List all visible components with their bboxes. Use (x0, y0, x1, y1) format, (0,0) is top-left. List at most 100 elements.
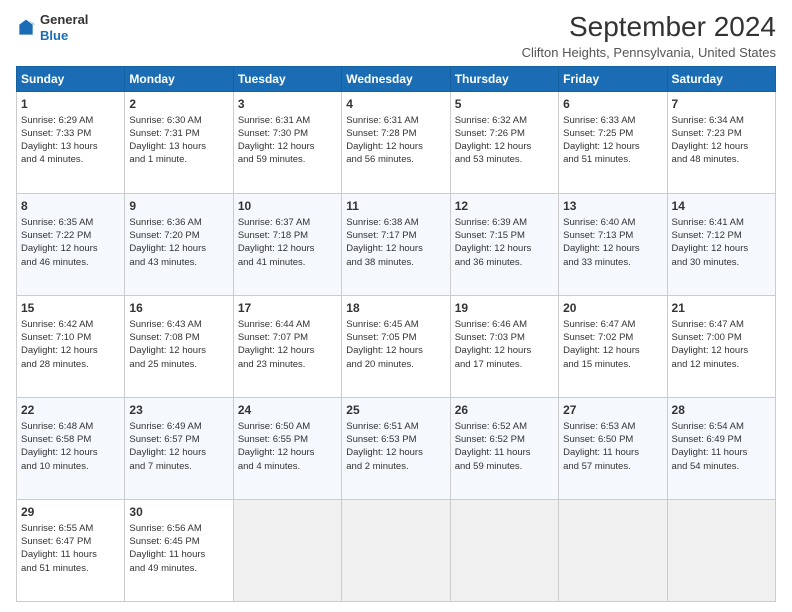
day-number: 25 (346, 402, 445, 419)
day-info-line: Sunset: 6:57 PM (129, 433, 228, 446)
day-info-line: Sunrise: 6:37 AM (238, 216, 337, 229)
day-number: 14 (672, 198, 771, 215)
day-info-line: Sunrise: 6:48 AM (21, 420, 120, 433)
day-info-line: and 51 minutes. (21, 562, 120, 575)
day-info-line: Sunrise: 6:33 AM (563, 114, 662, 127)
day-info-line: Sunrise: 6:34 AM (672, 114, 771, 127)
day-info-line: and 51 minutes. (563, 153, 662, 166)
day-info-line: and 10 minutes. (21, 460, 120, 473)
col-thursday: Thursday (450, 66, 558, 91)
day-info-line: Sunrise: 6:30 AM (129, 114, 228, 127)
day-info-line: Daylight: 11 hours (455, 446, 554, 459)
day-info-line: Sunset: 6:45 PM (129, 535, 228, 548)
day-info-line: Daylight: 11 hours (672, 446, 771, 459)
day-info-line: Daylight: 12 hours (455, 344, 554, 357)
day-info-line: Sunrise: 6:31 AM (346, 114, 445, 127)
day-info-line: and 43 minutes. (129, 256, 228, 269)
calendar-cell: 17Sunrise: 6:44 AMSunset: 7:07 PMDayligh… (233, 295, 341, 397)
day-info-line: Sunrise: 6:47 AM (563, 318, 662, 331)
col-wednesday: Wednesday (342, 66, 450, 91)
calendar-cell: 22Sunrise: 6:48 AMSunset: 6:58 PMDayligh… (17, 397, 125, 499)
calendar-cell (342, 499, 450, 601)
main-title: September 2024 (522, 12, 776, 43)
day-number: 23 (129, 402, 228, 419)
calendar-cell: 30Sunrise: 6:56 AMSunset: 6:45 PMDayligh… (125, 499, 233, 601)
day-number: 24 (238, 402, 337, 419)
col-monday: Monday (125, 66, 233, 91)
day-info-line: Daylight: 12 hours (563, 242, 662, 255)
calendar-week-row: 8Sunrise: 6:35 AMSunset: 7:22 PM Daylight… (17, 193, 776, 295)
day-info-line: and 20 minutes. (346, 358, 445, 371)
day-info-line: and 41 minutes. (238, 256, 337, 269)
day-info-line: and 23 minutes. (238, 358, 337, 371)
day-info-line: Daylight: 12 hours (455, 242, 554, 255)
day-info-line: Sunrise: 6:35 AM (21, 216, 120, 229)
day-info-line: Daylight: 12 hours (672, 242, 771, 255)
calendar-week-row: 29Sunrise: 6:55 AMSunset: 6:47 PMDayligh… (17, 499, 776, 601)
day-number: 13 (563, 198, 662, 215)
day-info-line: and 4 minutes. (21, 153, 120, 166)
calendar-cell: 10Sunrise: 6:37 AMSunset: 7:18 PMDayligh… (233, 193, 341, 295)
day-info-line: Sunset: 7:26 PM (455, 127, 554, 140)
day-info-line: and 49 minutes. (129, 562, 228, 575)
day-info-line: Sunrise: 6:31 AM (238, 114, 337, 127)
calendar-cell: 21Sunrise: 6:47 AMSunset: 7:00 PMDayligh… (667, 295, 775, 397)
day-info-line: Sunset: 7:28 PM (346, 127, 445, 140)
day-info-line: and 56 minutes. (346, 153, 445, 166)
day-info-line: Sunset: 7:03 PM (455, 331, 554, 344)
calendar-cell: 6Sunrise: 6:33 AMSunset: 7:25 PMDaylight… (559, 91, 667, 193)
day-info-line: Sunset: 6:53 PM (346, 433, 445, 446)
day-info-line: Sunset: 7:22 PM (21, 229, 120, 242)
day-info-line: Daylight: 12 hours (672, 344, 771, 357)
day-info-line: Daylight: 12 hours (238, 242, 337, 255)
calendar-cell: 27Sunrise: 6:53 AMSunset: 6:50 PMDayligh… (559, 397, 667, 499)
calendar-week-row: 22Sunrise: 6:48 AMSunset: 6:58 PMDayligh… (17, 397, 776, 499)
day-info-line: Sunrise: 6:55 AM (21, 522, 120, 535)
calendar-cell: 18Sunrise: 6:45 AMSunset: 7:05 PMDayligh… (342, 295, 450, 397)
day-info-line: Sunset: 7:18 PM (238, 229, 337, 242)
logo: General Blue (16, 12, 88, 43)
calendar-cell: 7Sunrise: 6:34 AMSunset: 7:23 PMDaylight… (667, 91, 775, 193)
day-info-line: Daylight: 12 hours (563, 344, 662, 357)
day-info-line: and 48 minutes. (672, 153, 771, 166)
day-info-line: Sunrise: 6:46 AM (455, 318, 554, 331)
day-info-line: Daylight: 12 hours (21, 446, 120, 459)
day-number: 8 (21, 198, 120, 215)
day-info-line: Sunset: 6:58 PM (21, 433, 120, 446)
day-info-line: Sunrise: 6:45 AM (346, 318, 445, 331)
day-info-line: Sunset: 7:10 PM (21, 331, 120, 344)
day-info-line: Sunset: 7:30 PM (238, 127, 337, 140)
day-info-line: Daylight: 12 hours (672, 140, 771, 153)
col-friday: Friday (559, 66, 667, 91)
day-info-line: Sunset: 7:23 PM (672, 127, 771, 140)
day-info-line: Sunrise: 6:39 AM (455, 216, 554, 229)
day-info-line: Sunrise: 6:52 AM (455, 420, 554, 433)
calendar-cell: 9Sunrise: 6:36 AMSunset: 7:20 PMDaylight… (125, 193, 233, 295)
day-info-line: Sunrise: 6:38 AM (346, 216, 445, 229)
day-info-line: Sunset: 6:49 PM (672, 433, 771, 446)
day-info-line: Daylight: 12 hours (238, 344, 337, 357)
day-info-line: Daylight: 12 hours (129, 344, 228, 357)
day-info-line: and 2 minutes. (346, 460, 445, 473)
day-info-line: Sunset: 7:25 PM (563, 127, 662, 140)
day-info-line: Sunrise: 6:44 AM (238, 318, 337, 331)
day-number: 1 (21, 96, 120, 113)
day-info-line: Sunrise: 6:51 AM (346, 420, 445, 433)
day-number: 16 (129, 300, 228, 317)
calendar-cell: 8Sunrise: 6:35 AMSunset: 7:22 PMDaylight… (17, 193, 125, 295)
day-info-line: Daylight: 12 hours (129, 242, 228, 255)
calendar-cell: 29Sunrise: 6:55 AMSunset: 6:47 PMDayligh… (17, 499, 125, 601)
day-info-line: Sunset: 6:47 PM (21, 535, 120, 548)
day-number: 3 (238, 96, 337, 113)
day-info-line: Sunset: 7:07 PM (238, 331, 337, 344)
day-info-line: Daylight: 13 hours (129, 140, 228, 153)
day-number: 27 (563, 402, 662, 419)
day-number: 22 (21, 402, 120, 419)
calendar-week-row: 15Sunrise: 6:42 AMSunset: 7:10 PMDayligh… (17, 295, 776, 397)
day-info-line: Daylight: 12 hours (238, 140, 337, 153)
day-info-line: Daylight: 11 hours (129, 548, 228, 561)
day-info-line: Sunset: 7:20 PM (129, 229, 228, 242)
logo-line1: General (40, 12, 88, 28)
day-info-line: Sunrise: 6:43 AM (129, 318, 228, 331)
day-number: 19 (455, 300, 554, 317)
